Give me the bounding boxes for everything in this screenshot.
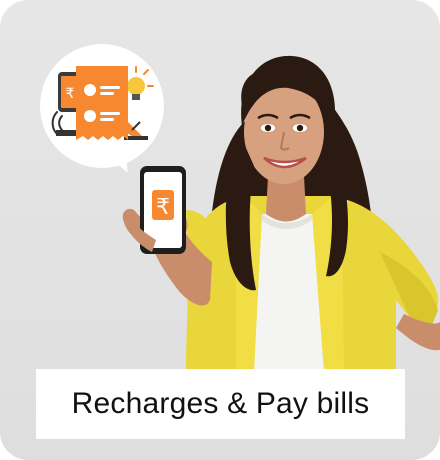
recharges-pay-bills-tile[interactable]: ₹ ₹ Recharges & Pay bills — [0, 0, 440, 460]
rupee-icon: ₹ — [156, 195, 170, 220]
tile-label-box[interactable]: Recharges & Pay bills — [36, 369, 405, 439]
tile-label: Recharges & Pay bills — [71, 387, 370, 420]
